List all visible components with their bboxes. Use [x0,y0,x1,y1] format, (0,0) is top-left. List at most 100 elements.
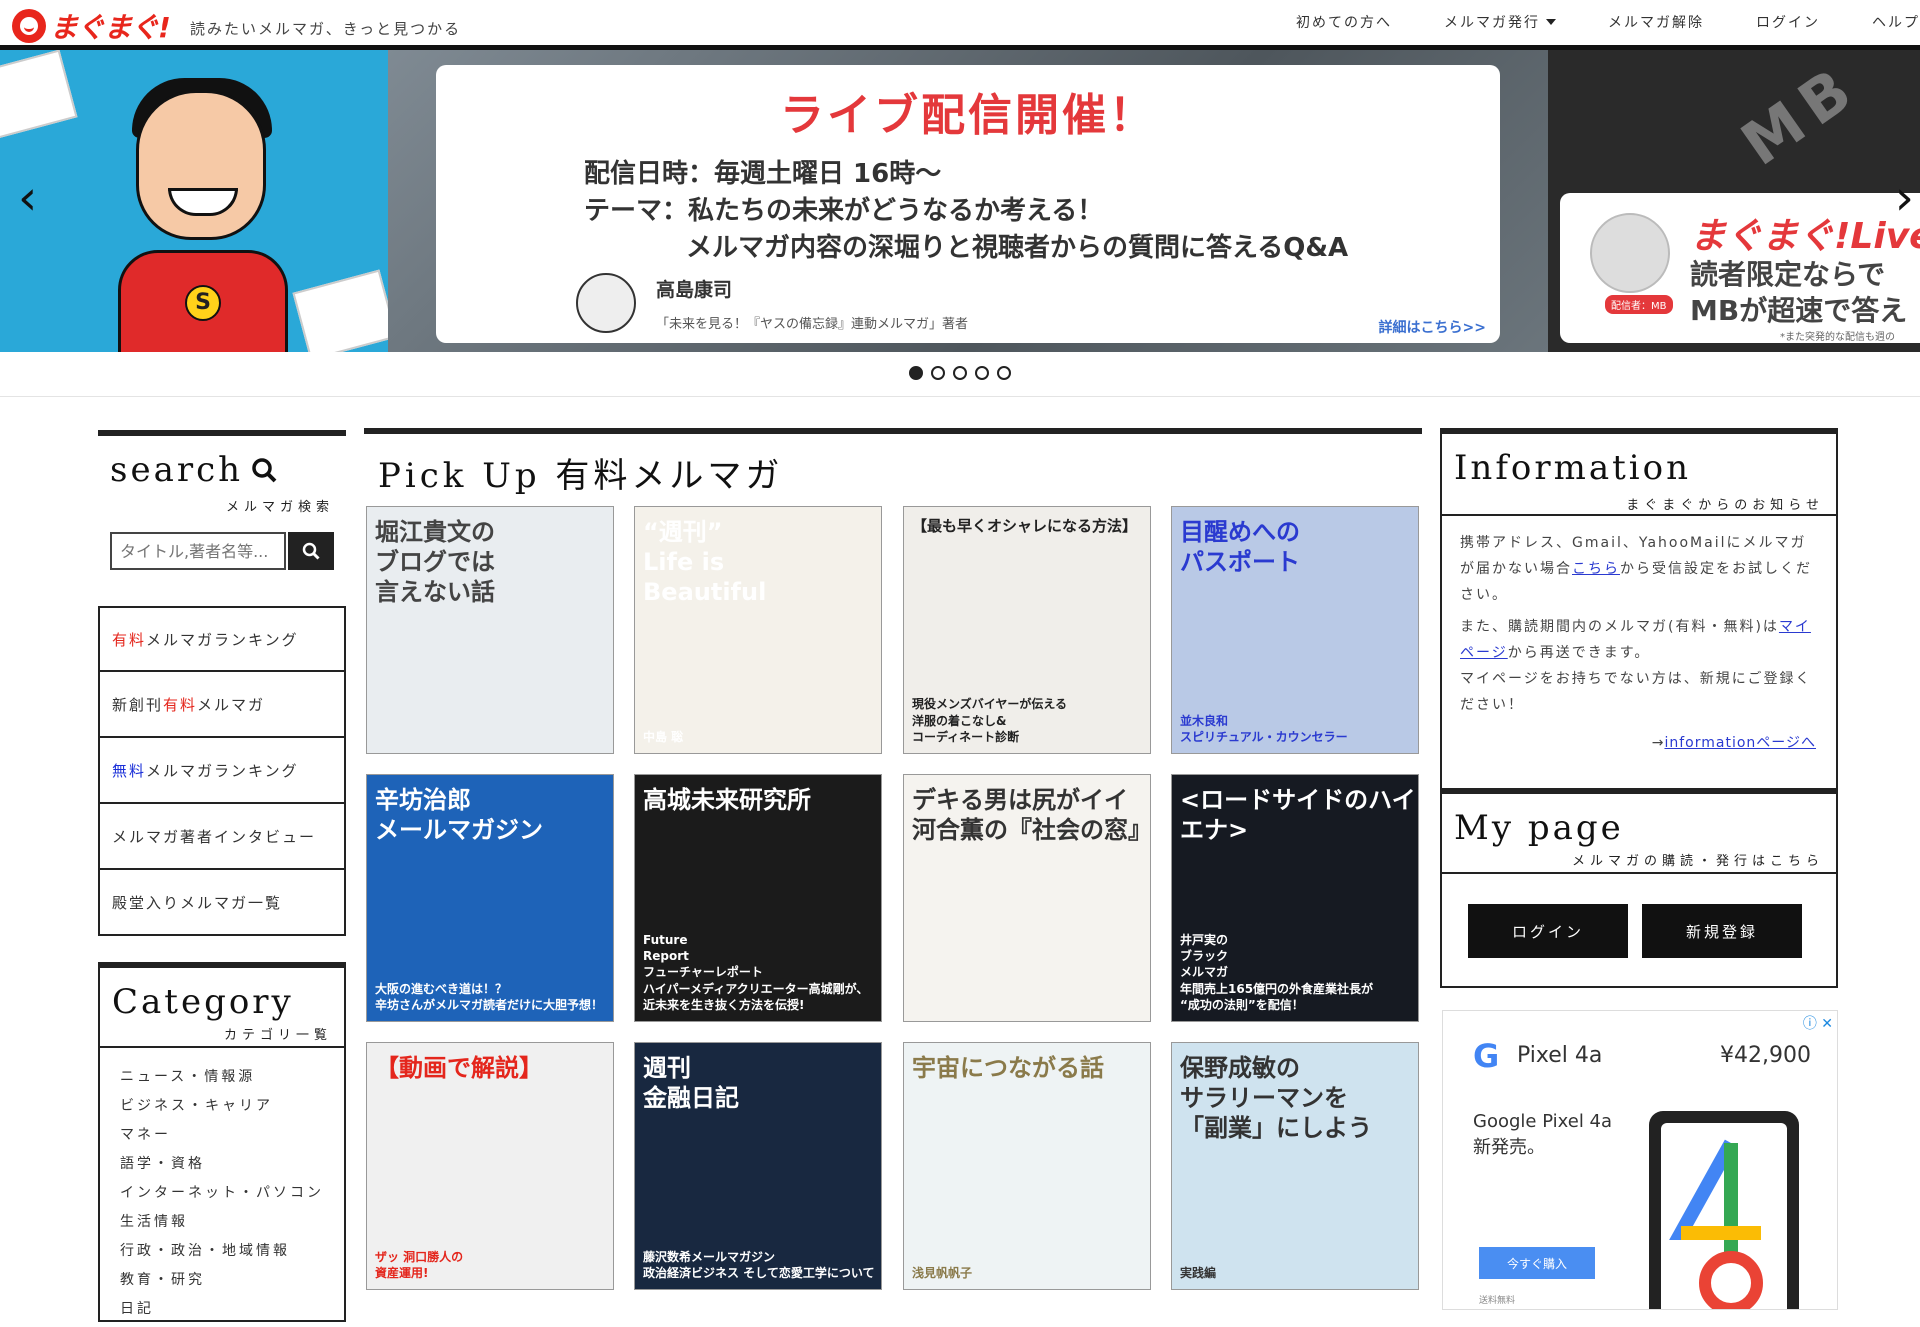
carousel-dot[interactable] [997,366,1011,380]
information-title: Information [1454,448,1692,488]
carousel-prev-arrow[interactable]: ‹ [18,170,37,226]
nav-label: メルマガ発行 [1444,15,1540,31]
category-item[interactable]: インターネット・パソコン [120,1182,324,1211]
mb-line-1: 読者限定ならで [1690,258,1886,291]
nav-label: ログイン [1756,15,1820,31]
search-title: search [110,450,277,490]
information-page-link[interactable]: informationページへ [1664,735,1816,751]
menu-new-paid[interactable]: 新創刊 有料 メルマガ [98,672,346,738]
category-item[interactable]: ビジネス・キャリア [120,1095,324,1124]
info-more: →informationページへ [1652,732,1816,752]
nav-help[interactable]: ヘルプ [1872,12,1920,32]
pickup-item[interactable]: デキる男は尻がイイ 河合薫の『社会の窓』 [903,774,1151,1022]
nav-publish[interactable]: メルマガ発行 [1444,12,1556,32]
category-item[interactable]: 行政・政治・地域情報 [120,1240,324,1269]
pickup-item-caption: 並木良和 スピリチュアル・カウンセラー [1180,713,1348,744]
phone-screen [1661,1123,1787,1309]
pickup-item[interactable]: <ロードサイドのハイエナ> 井戸実の ブラック メルマガ 年間売上165億円の外食… [1171,774,1419,1022]
carousel-dot[interactable] [931,366,945,380]
register-button[interactable]: 新規登録 [1642,904,1802,958]
category-item[interactable]: 生活情報 [120,1211,324,1240]
pickup-item[interactable]: 目醒めへの パスポート並木良和 スピリチュアル・カウンセラー [1171,506,1419,754]
nav-first-time[interactable]: 初めての方へ [1296,12,1392,32]
info-link-here[interactable]: こちら [1572,561,1620,577]
pickup-item[interactable]: 辛坊治郎 メールマガジン 大阪の進むべき道は！？ 辛坊さんがメルマガ読者だけに大胆… [366,774,614,1022]
hero-carousel[interactable]: S ライブ配信開催！ 配信日時：毎週土曜日 16時〜 テーマ：私たちの未来がどう… [0,50,1920,352]
ad-price: ¥42,900 [1720,1043,1811,1068]
carousel-dot[interactable] [953,366,967,380]
live-author: 高島康司 [656,279,733,301]
information-subtitle: まぐまぐからのお知らせ [1626,498,1824,513]
category-item[interactable]: 教育・研究 [120,1269,324,1298]
google-logo-icon: G [1473,1037,1500,1075]
android-4-logo-icon [1669,1139,1763,1309]
search-title-text: search [110,450,244,490]
ad-choices-icon[interactable]: ⓘ ✕ [1803,1013,1833,1033]
pickup-item[interactable]: 【最も早くオシャレになる方法】 現役メンズバイヤーが伝える 洋服の着こなし& コー… [903,506,1151,754]
nav-label: 初めての方へ [1296,15,1392,31]
ad-note: 送料無料 [1479,1296,1516,1306]
site-header: まぐまぐ! 読みたいメルマガ、きっと見つかる 初めての方へ メルマガ発行 メルマ… [0,0,1920,50]
info-paragraph: 携帯アドレス、Gmail、YahooMailにメルマガが届かない場合こちらから受… [1460,530,1822,608]
menu-hall-of-fame[interactable]: 殿堂入りメルマガ一覧 [98,870,346,936]
site-logo[interactable]: まぐまぐ! [12,6,171,46]
category-item[interactable]: ニュース・情報源 [120,1066,324,1095]
carousel-next-arrow[interactable]: › [1895,170,1914,226]
ranking-menu: 有料 メルマガランキング 新創刊 有料 メルマガ 無料 メルマガランキング メルマガ著者… [98,606,346,936]
character-badge: S [185,285,221,321]
nav-login[interactable]: ログイン [1756,12,1820,32]
menu-paid-ranking[interactable]: 有料 メルマガランキング [98,606,346,672]
menu-text: 新創刊 [112,695,164,714]
pickup-item[interactable]: 堀江貴文の ブログでは 言えない話 [366,506,614,754]
pickup-item[interactable]: 高城未来研究所 Future Report フューチャーレポート ハイパーメディア… [634,774,882,1022]
menu-text: メルマガ [197,695,266,714]
phone-image [1649,1111,1799,1309]
pickup-item[interactable]: 保野成敏の サラリーマンを 「副業」にしよう 実践編 [1171,1042,1419,1290]
menu-free-ranking[interactable]: 無料 メルマガランキング [98,738,346,804]
streamer-avatar [1590,213,1670,293]
category-item[interactable]: 日記 [120,1298,324,1327]
pickup-item-title: <ロードサイドのハイエナ> [1180,786,1416,844]
divider [1442,514,1836,516]
nav-unsubscribe[interactable]: メルマガ解除 [1608,12,1704,32]
search-panel: search メルマガ検索 [98,430,346,572]
slide-prev-preview[interactable]: S [0,50,388,352]
live-schedule: 配信日時：毎週土曜日 16時〜 [584,159,942,189]
pickup-item-title: 目醒めへの パスポート [1180,518,1300,576]
mb-note: *また突発的な配信も週の [1780,332,1895,343]
logo-text: まぐまぐ! [50,11,171,44]
live-title: ライブ配信開催！ [780,90,1156,141]
search-icon [252,458,277,483]
category-panel: Category カテゴリ一覧 ニュース・情報源 ビジネス・キャリア マネー 語… [98,962,346,1322]
pickup-item[interactable]: 週刊 金融日記 藤沢数希メールマガジン 政治経済ビジネス そして恋愛工学について [634,1042,882,1290]
slide-next-preview[interactable]: MB 配信者：MB まぐまぐ!Live 読者限定ならで MBが超速で答え *また… [1548,50,1920,352]
category-item[interactable]: 語学・資格 [120,1153,324,1182]
pickup-section: Pick Up 有料メルマガ [364,428,1422,496]
search-button[interactable] [288,532,334,570]
divider [1442,872,1836,874]
login-button[interactable]: ログイン [1468,904,1628,958]
menu-text: メルマガランキング [146,761,299,780]
pickup-item[interactable]: 【動画で解説】 ザッ 洞口勝人の 資産運用! [366,1042,614,1290]
pickup-item[interactable]: 宇宙につながる話 浅見帆帆子 [903,1042,1151,1290]
author-avatar [576,273,636,333]
ad-buy-button[interactable]: 今すぐ購入 [1479,1247,1595,1279]
live-detail-link[interactable]: 詳細はこちら>> [1379,317,1486,337]
ad-product: Pixel 4a [1517,1043,1603,1068]
pickup-item[interactable]: “週刊” Life is Beautiful 中島 聡 [634,506,882,754]
live-author-sub: 「未来を見る！『ヤスの備忘録』連動メルマガ」著者 [656,317,969,332]
menu-author-interview[interactable]: メルマガ著者インタビュー [98,804,346,870]
search-subtitle: メルマガ検索 [225,500,334,515]
search-input[interactable] [110,532,286,570]
mb-line-2: MBが超速で答え [1690,294,1908,327]
google-ad[interactable]: ⓘ ✕ G Pixel 4a ¥42,900 Google Pixel 4a 新… [1442,1010,1838,1310]
carousel-dot[interactable] [975,366,989,380]
menu-highlight: 有料 [112,630,147,649]
slide-current[interactable]: ライブ配信開催！ 配信日時：毎週土曜日 16時〜 テーマ：私たちの未来がどうなる… [388,50,1548,352]
menu-text: メルマガ著者インタビュー [112,827,317,846]
menu-highlight: 無料 [112,761,147,780]
category-item[interactable]: マネー [120,1124,324,1153]
carousel-dot[interactable] [909,366,923,380]
category-list: ニュース・情報源 ビジネス・キャリア マネー 語学・資格 インターネット・パソコ… [120,1066,324,1327]
pickup-item-caption: 井戸実の ブラック メルマガ 年間売上165億円の外食産業社長が “成功の法則”… [1180,933,1374,1012]
